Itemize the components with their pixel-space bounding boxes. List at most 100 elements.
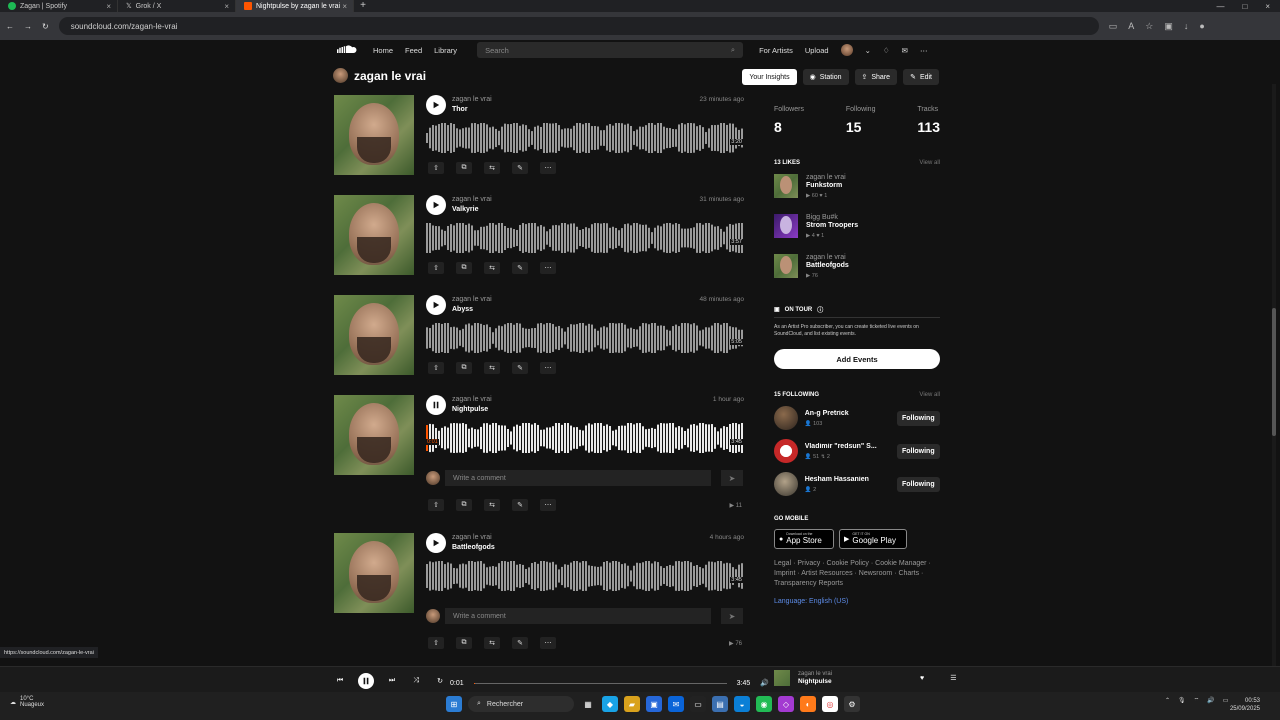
edge-icon[interactable]: ◒ bbox=[734, 696, 750, 712]
waveform[interactable] bbox=[426, 561, 744, 591]
cast-icon[interactable]: ▭ bbox=[1109, 21, 1118, 32]
terminal-icon[interactable]: ▭ bbox=[690, 696, 706, 712]
liked-track[interactable]: Bigg Bu#k Strom Troopers ▶ 4 ♥ 1 bbox=[774, 214, 940, 246]
copy-link-icon[interactable]: ⧉ bbox=[456, 162, 472, 174]
scrollbar-thumb[interactable] bbox=[1272, 308, 1276, 436]
following-stat[interactable]: Following 15 bbox=[846, 106, 876, 135]
volume-tray-icon[interactable]: 🔊 bbox=[1207, 697, 1214, 704]
language-link[interactable]: English (US) bbox=[809, 598, 848, 605]
volume-icon[interactable]: 🔊 bbox=[760, 679, 769, 687]
pause-icon[interactable] bbox=[358, 673, 374, 689]
url-field[interactable]: soundcloud.com/zagan-le-vrai bbox=[58, 17, 1099, 35]
track-title[interactable]: Nightpulse bbox=[452, 406, 488, 413]
share-icon[interactable]: ⇧ bbox=[428, 362, 444, 374]
more-icon[interactable]: ⋯ bbox=[540, 162, 556, 174]
shuffle-icon[interactable]: ⤨ bbox=[410, 675, 422, 687]
waveform[interactable] bbox=[426, 223, 744, 253]
user-avatar[interactable] bbox=[840, 44, 853, 56]
copilot-icon[interactable]: ◆ bbox=[602, 696, 618, 712]
copy-link-icon[interactable]: ⧉ bbox=[456, 362, 472, 374]
play-button[interactable] bbox=[426, 533, 446, 553]
reload-icon[interactable]: ↻ bbox=[42, 22, 49, 31]
info-icon[interactable]: ⓘ bbox=[817, 305, 823, 314]
waveform[interactable] bbox=[426, 423, 744, 453]
track-artist[interactable]: zagan le vrai bbox=[452, 196, 492, 203]
repost-icon[interactable]: ⇆ bbox=[484, 262, 500, 274]
page-scrollbar[interactable] bbox=[1272, 84, 1276, 666]
your-insights-button[interactable]: Your Insights bbox=[742, 69, 797, 85]
track-artist[interactable]: zagan le vrai bbox=[452, 534, 492, 541]
view-all-link[interactable]: View all bbox=[919, 160, 940, 166]
task-view-icon[interactable]: ▦ bbox=[580, 696, 596, 712]
copy-link-icon[interactable]: ⧉ bbox=[456, 499, 472, 511]
more-icon[interactable]: ⋯ bbox=[540, 362, 556, 374]
track-cover-image[interactable] bbox=[334, 195, 414, 275]
track-cover-image[interactable] bbox=[334, 395, 414, 475]
profile-avatar[interactable] bbox=[333, 68, 348, 83]
battery-icon[interactable]: ▭ bbox=[1223, 697, 1229, 704]
followers-stat[interactable]: Followers 8 bbox=[774, 106, 804, 135]
tracks-stat[interactable]: Tracks 113 bbox=[917, 106, 940, 135]
following-user[interactable]: Hesham Hassanien 👤 2 Following bbox=[774, 471, 940, 497]
firefox-icon[interactable]: ◐ bbox=[800, 696, 816, 712]
pause-button[interactable] bbox=[426, 395, 446, 415]
outlook-icon[interactable]: ✉ bbox=[668, 696, 684, 712]
close-window-icon[interactable]: × bbox=[1265, 2, 1270, 11]
file-explorer-icon[interactable]: ▰ bbox=[624, 696, 640, 712]
app-store-badge[interactable]: ● Download on the App Store bbox=[774, 529, 834, 549]
station-button[interactable]: ◉ Station bbox=[802, 69, 849, 85]
track-title[interactable]: Abyss bbox=[452, 306, 473, 313]
back-icon[interactable]: ← bbox=[6, 22, 14, 31]
share-icon[interactable]: ⇧ bbox=[428, 637, 444, 649]
nav-library[interactable]: Library bbox=[434, 46, 457, 55]
add-events-button[interactable]: Add Events bbox=[774, 349, 940, 369]
queue-icon[interactable]: ☰ bbox=[950, 674, 956, 682]
footer-links[interactable]: Legal · Privacy · Cookie Policy · Cookie… bbox=[774, 559, 940, 589]
send-icon[interactable]: ➤ bbox=[721, 470, 743, 486]
more-icon[interactable]: ⋯ bbox=[540, 262, 556, 274]
google-play-badge[interactable]: ▶ GET IT ON Google Play bbox=[839, 529, 907, 549]
share-icon[interactable]: ⇧ bbox=[428, 262, 444, 274]
share-button[interactable]: ⇪ Share bbox=[854, 69, 898, 85]
repost-icon[interactable]: ⇆ bbox=[484, 499, 500, 511]
messages-mail-icon[interactable]: ✉ bbox=[902, 46, 908, 55]
photos-icon[interactable]: ▤ bbox=[712, 696, 728, 712]
chevron-down-icon[interactable]: ⌄ bbox=[865, 46, 871, 55]
translate-icon[interactable]: A bbox=[1128, 21, 1134, 32]
minimize-icon[interactable]: — bbox=[1216, 2, 1224, 11]
edit-icon[interactable]: ✎ bbox=[512, 362, 528, 374]
track-cover-image[interactable] bbox=[334, 533, 414, 613]
more-icon[interactable]: ⋯ bbox=[540, 637, 556, 649]
weather-widget[interactable]: ☁ 10°C Nuageux bbox=[10, 696, 44, 708]
waveform[interactable] bbox=[426, 123, 744, 153]
view-all-link[interactable]: View all bbox=[919, 392, 940, 398]
more-icon[interactable]: ⋯ bbox=[540, 499, 556, 511]
liked-track[interactable]: zagan le vrai Battleofgods ▶ 76 bbox=[774, 254, 940, 286]
waveform[interactable] bbox=[426, 323, 744, 353]
notifications-bell-icon[interactable]: ♢ bbox=[883, 46, 890, 55]
browser-tab-nightpulse[interactable]: Nightpulse by zagan le vrai × bbox=[236, 0, 354, 12]
track-cover-image[interactable] bbox=[334, 95, 414, 175]
track-cover-image[interactable] bbox=[334, 295, 414, 375]
liked-track[interactable]: zagan le vrai Funkstorm ▶ 60 ♥ 1 bbox=[774, 174, 940, 206]
play-button[interactable] bbox=[426, 195, 446, 215]
nav-feed[interactable]: Feed bbox=[405, 46, 422, 55]
edit-icon[interactable]: ✎ bbox=[512, 162, 528, 174]
track-artist[interactable]: zagan le vrai bbox=[452, 296, 492, 303]
soundcloud-logo-icon[interactable] bbox=[333, 44, 359, 56]
forward-icon[interactable]: → bbox=[24, 22, 32, 31]
track-title[interactable]: Battleofgods bbox=[452, 544, 495, 551]
like-heart-icon[interactable]: ♥ bbox=[920, 675, 924, 682]
now-playing-thumbnail[interactable] bbox=[774, 670, 790, 686]
following-user[interactable]: An-g Pretrick 👤 103 Following bbox=[774, 405, 940, 431]
maximize-icon[interactable]: □ bbox=[1242, 2, 1247, 11]
track-title[interactable]: Valkyrie bbox=[452, 206, 478, 213]
previous-icon[interactable]: ⏮ bbox=[334, 675, 346, 687]
play-button[interactable] bbox=[426, 295, 446, 315]
chrome-icon[interactable]: ◎ bbox=[822, 696, 838, 712]
windows-start-icon[interactable]: ⊞ bbox=[446, 696, 462, 712]
play-button[interactable] bbox=[426, 95, 446, 115]
profile-name[interactable]: zagan le vrai bbox=[354, 69, 426, 83]
repost-icon[interactable]: ⇆ bbox=[484, 637, 500, 649]
comment-input[interactable]: Write a comment bbox=[445, 470, 711, 486]
